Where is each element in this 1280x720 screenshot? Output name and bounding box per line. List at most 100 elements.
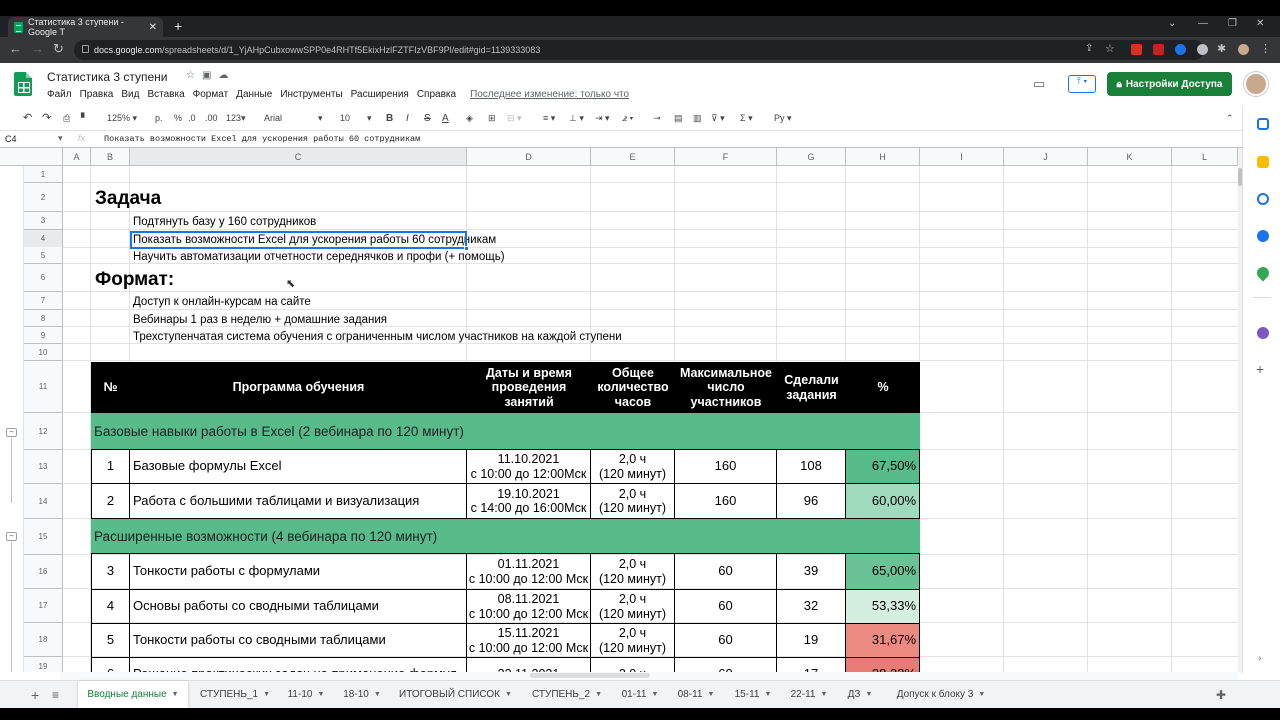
table-header-cell[interactable]: % — [846, 362, 920, 413]
browser-menu-icon[interactable]: ⋮ — [1260, 42, 1271, 55]
name-box[interactable]: C4 — [5, 134, 17, 144]
table-cell-hours[interactable]: 2,0 ч (120 минут) — [591, 590, 675, 624]
table-cell-done[interactable]: 19 — [777, 624, 846, 658]
insert-link-icon[interactable]: ⊸ — [653, 113, 661, 124]
collapse-group-1-icon[interactable]: − — [6, 428, 17, 437]
spreadsheet-grid[interactable]: ABCDEFGHIJKL 1 2 3 4 5 6 7 8 9 10 11 12 13 14 15 16 17 18… — [0, 148, 1238, 672]
url-field[interactable]: docs.google.com/spreadsheets/d/1_YjAHpCu… — [74, 40, 1204, 60]
table-cell-percent[interactable]: 53,33% — [846, 590, 920, 624]
horizontal-scrollbar[interactable] — [60, 672, 1238, 680]
tasks-icon[interactable] — [1257, 193, 1269, 205]
zoom-select[interactable]: 125% ▾ — [107, 113, 137, 124]
bold-icon[interactable]: B — [386, 113, 393, 124]
get-addons-icon[interactable]: + — [1256, 361, 1264, 377]
table-cell-num[interactable]: 1 — [91, 450, 130, 484]
table-cell-max[interactable]: 60 — [675, 658, 777, 672]
extension-grey-icon[interactable] — [1197, 44, 1208, 55]
contacts-icon[interactable] — [1257, 230, 1269, 242]
sheet-tab-menu-icon[interactable]: ▼ — [707, 691, 714, 698]
filter-icon[interactable]: ⊽ ▾ — [711, 113, 725, 124]
borders-icon[interactable]: ⊞ — [488, 113, 496, 124]
sheet-tab-menu-icon[interactable]: ▼ — [820, 691, 827, 698]
maximize-icon[interactable]: ❐ — [1228, 18, 1237, 29]
row-header-12[interactable]: 12 — [24, 413, 63, 450]
table-cell-percent[interactable]: 65,00% — [846, 554, 920, 590]
row-header-13[interactable]: 13 — [24, 450, 63, 484]
bookmark-star-icon[interactable]: ☆ — [1105, 42, 1116, 55]
table-cell-num[interactable]: 6 — [91, 658, 130, 672]
sheet-tab[interactable]: 15-11 ▼ — [728, 681, 778, 708]
extension-recorder-icon[interactable] — [1153, 44, 1164, 55]
row-header-11[interactable]: 11 — [24, 361, 63, 413]
sheet-tab-menu-icon[interactable]: ▼ — [865, 691, 872, 698]
sheet-tab-menu-icon[interactable]: ▼ — [172, 691, 179, 698]
reload-icon[interactable]: ↻ — [53, 41, 64, 57]
table-cell-hours[interactable]: 2,0 ч (120 минут) — [591, 554, 675, 590]
row-header-15[interactable]: 15 — [24, 519, 63, 555]
sheet-tab-menu-icon[interactable]: ▼ — [595, 691, 602, 698]
text-rotate-icon[interactable]: ⦨ ▾ — [622, 113, 633, 124]
table-cell-done[interactable]: 32 — [777, 590, 846, 624]
formula-input[interactable]: Показать возможности Excel для ускорения… — [104, 134, 420, 144]
font-size-caret-icon[interactable]: ▾ — [367, 113, 372, 124]
star-icon[interactable]: ☆ — [186, 70, 202, 81]
section-row[interactable]: Расширенные возможности (4 вебинара по 1… — [91, 519, 920, 554]
horizontal-scroll-thumb[interactable] — [530, 673, 650, 678]
sheet-tab[interactable]: 22-11 ▼ — [784, 681, 834, 708]
show-side-panel-icon[interactable]: › — [1258, 653, 1261, 664]
table-cell-max[interactable]: 160 — [675, 484, 777, 519]
last-edit-link[interactable]: Последнее изменение: только что — [470, 89, 629, 100]
new-tab-icon[interactable]: + — [174, 18, 182, 34]
menu-file[interactable]: Файл — [47, 89, 72, 100]
align-horizontal-icon[interactable]: ≡ ▾ — [543, 113, 555, 124]
extension-blue-icon[interactable] — [1175, 44, 1186, 55]
table-cell-percent[interactable]: 28,33% — [846, 658, 920, 672]
menu-tools[interactable]: Инструменты — [280, 89, 342, 100]
insert-chart-icon[interactable]: ▥ — [693, 113, 702, 124]
collapse-group-2-icon[interactable]: − — [6, 532, 17, 541]
table-cell-max[interactable]: 60 — [675, 624, 777, 658]
collapse-toolbar-icon[interactable]: ⌃ — [1226, 113, 1234, 124]
table-cell-max[interactable]: 60 — [675, 590, 777, 624]
sheet-tab[interactable]: Допуск к блоку 3 ▼ — [886, 681, 996, 708]
explore-icon[interactable]: ✚ — [1216, 681, 1226, 708]
table-header-cell[interactable]: Сделали задания — [777, 362, 846, 413]
fill-color-icon[interactable]: ◈ — [466, 113, 473, 124]
undo-icon[interactable]: ↶ — [23, 111, 32, 124]
column-header-i[interactable]: I — [920, 148, 1004, 166]
menu-insert[interactable]: Вставка — [147, 89, 184, 100]
table-cell-num[interactable]: 5 — [91, 624, 130, 658]
table-cell-program[interactable]: Основы работы со сводными таблицами — [130, 590, 467, 624]
document-title[interactable]: Статистика 3 ступени — [47, 70, 168, 84]
sheet-tab[interactable]: 01-11 ▼ — [615, 681, 665, 708]
sheet-tab[interactable]: ИТОГОВЫЙ СПИСОК ▼ — [393, 681, 518, 708]
table-cell-max[interactable]: 160 — [675, 450, 777, 484]
text-wrap-icon[interactable]: ⇥ ▾ — [595, 113, 610, 124]
sheet-tab-menu-icon[interactable]: ▼ — [374, 691, 381, 698]
menu-data[interactable]: Данные — [236, 89, 272, 100]
row-header-3[interactable]: 3 — [24, 212, 63, 230]
input-tools-icon[interactable]: Ру ▾ — [774, 113, 792, 124]
column-header-g[interactable]: G — [777, 148, 846, 166]
merge-cells-icon[interactable]: ⊟ ▾ — [507, 113, 522, 124]
browser-tab[interactable]: Статистика 3 ступени - Google Т ✕ — [8, 17, 163, 37]
format-currency-button[interactable]: р. — [155, 113, 163, 123]
table-cell-done[interactable]: 96 — [777, 484, 846, 519]
row-header-4[interactable]: 4 — [24, 230, 63, 248]
tab-search-icon[interactable]: ⌄ — [1168, 18, 1176, 29]
back-icon[interactable]: ← — [9, 41, 22, 56]
row-header-2[interactable]: 2 — [24, 183, 63, 212]
table-cell-hours[interactable]: 2,0 ч (120 минут) — [591, 624, 675, 658]
row-header-8[interactable]: 8 — [24, 310, 63, 327]
align-vertical-icon[interactable]: ⊥ ▾ — [569, 113, 584, 124]
share-page-icon[interactable]: ⇪ — [1085, 43, 1096, 54]
column-header-k[interactable]: K — [1088, 148, 1172, 166]
table-header-cell[interactable]: № — [91, 362, 130, 413]
table-cell-date[interactable]: 22.11.2021 — [467, 658, 591, 672]
table-cell-date[interactable]: 11.10.2021 с 10:00 до 12:00Мск — [467, 450, 591, 484]
column-header-c[interactable]: C — [130, 148, 467, 166]
more-formats-button[interactable]: 123▾ — [226, 113, 246, 124]
redo-icon[interactable]: ↷ — [42, 111, 51, 124]
table-cell-percent[interactable]: 67,50% — [846, 450, 920, 484]
table-cell-date[interactable]: 19.10.2021 с 14:00 до 16:00Мск — [467, 484, 591, 519]
